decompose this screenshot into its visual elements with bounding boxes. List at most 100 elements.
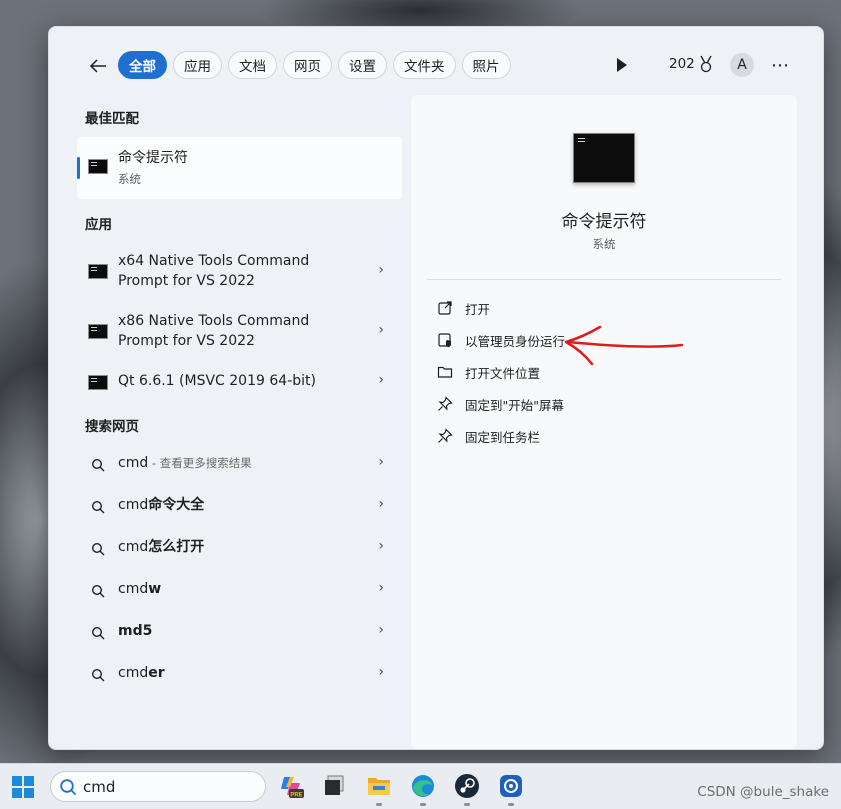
- pin-icon: [438, 396, 453, 411]
- web-item-suggestion: 怎么打开: [148, 539, 205, 555]
- search-icon: [91, 458, 105, 472]
- chevron-right-icon[interactable]: ›: [378, 454, 384, 470]
- preview-subtitle: 系统: [592, 237, 616, 251]
- web-item-cmdw[interactable]: cmdw ›: [77, 579, 402, 603]
- open-external-icon: [438, 301, 452, 315]
- action-label: 打开: [465, 301, 491, 317]
- web-item-suggestion: er: [148, 665, 165, 681]
- command-prompt-icon: [88, 375, 108, 390]
- command-prompt-icon: [88, 324, 108, 339]
- action-open[interactable]: 打开: [437, 298, 490, 318]
- more-options-icon[interactable]: ⋯: [771, 55, 790, 76]
- web-item-typed: cmd: [118, 539, 149, 555]
- rewards-points[interactable]: 202: [669, 55, 714, 73]
- avatar[interactable]: A: [730, 53, 754, 77]
- steam-icon[interactable]: [454, 773, 480, 799]
- best-match-heading: 最佳匹配: [85, 111, 139, 127]
- taskbar-search-box[interactable]: [50, 771, 266, 802]
- web-item-suggestion: md5: [118, 623, 153, 639]
- snipping-tool-icon[interactable]: [498, 773, 524, 799]
- action-run-as-admin[interactable]: 以管理员身份运行: [437, 330, 565, 350]
- chevron-right-icon[interactable]: ›: [378, 622, 384, 638]
- chevron-right-icon[interactable]: ›: [378, 322, 384, 338]
- web-item-typed: cmd: [118, 581, 149, 597]
- edge-icon[interactable]: [410, 773, 436, 799]
- app-item-label: Prompt for VS 2022: [118, 273, 255, 289]
- svg-text:PRE: PRE: [290, 792, 302, 798]
- tab-photos[interactable]: 照片: [461, 51, 511, 79]
- filter-tabs: 全部 应用 文档 网页 设置 文件夹 照片: [118, 51, 511, 79]
- search-icon: [60, 779, 77, 796]
- file-explorer-icon[interactable]: [366, 773, 392, 799]
- action-pin-to-start[interactable]: 固定到"开始"屏幕: [437, 394, 564, 414]
- chevron-right-icon[interactable]: ›: [378, 580, 384, 596]
- search-icon: [91, 584, 105, 598]
- copilot-icon[interactable]: PRE: [278, 773, 304, 799]
- command-prompt-icon: [88, 159, 108, 174]
- chevron-right-icon[interactable]: ›: [378, 262, 384, 278]
- web-item-typed: cmd: [118, 497, 149, 513]
- action-label: 固定到任务栏: [465, 429, 541, 445]
- apps-heading: 应用: [85, 217, 112, 233]
- web-search-heading: 搜索网页: [85, 419, 139, 435]
- taskbar: PRE CSDN @bule_shake: [0, 763, 841, 809]
- preview-pane: 命令提示符 系统 打开 以管理员身份运行 打开文件位置 固定到"开始"屏幕 固定…: [411, 95, 797, 749]
- rewards-points-value: 202: [669, 56, 695, 72]
- best-match-subtitle: 系统: [118, 172, 141, 186]
- web-item-cmd[interactable]: cmd - 查看更多搜索结果 ›: [77, 453, 402, 477]
- chevron-right-icon[interactable]: ›: [378, 496, 384, 512]
- best-match-item[interactable]: 命令提示符 系统: [77, 137, 402, 199]
- action-label: 以管理员身份运行: [465, 333, 566, 349]
- command-prompt-icon: [88, 264, 108, 279]
- running-indicator: [420, 803, 426, 806]
- taskbar-search-input[interactable]: [83, 776, 253, 797]
- search-icon: [91, 500, 105, 514]
- running-indicator: [508, 803, 514, 806]
- web-item-typed: cmd: [118, 455, 149, 471]
- shield-admin-icon: [438, 333, 451, 348]
- app-item-label: x64 Native Tools Command: [118, 253, 310, 269]
- web-item-hint: - 查看更多搜索结果: [148, 456, 252, 470]
- tab-documents[interactable]: 文档: [228, 51, 277, 79]
- chevron-right-icon[interactable]: ›: [378, 538, 384, 554]
- selection-indicator: [77, 157, 80, 179]
- windows-start-icon[interactable]: [12, 776, 34, 798]
- rewards-medal-icon: [700, 55, 712, 73]
- play-icon[interactable]: [615, 57, 629, 73]
- tab-all[interactable]: 全部: [118, 51, 167, 79]
- app-item-x86-native-tools[interactable]: x86 Native Tools Command Prompt for VS 2…: [77, 311, 402, 353]
- action-label: 固定到"开始"屏幕: [465, 397, 564, 413]
- app-item-x64-native-tools[interactable]: x64 Native Tools Command Prompt for VS 2…: [77, 251, 402, 293]
- action-pin-to-taskbar[interactable]: 固定到任务栏: [437, 426, 540, 446]
- chevron-right-icon[interactable]: ›: [378, 372, 384, 388]
- folder-icon: [437, 366, 453, 378]
- divider: [427, 279, 781, 280]
- running-indicator: [376, 803, 382, 806]
- web-item-cmd-open[interactable]: cmd怎么打开 ›: [77, 537, 402, 561]
- web-item-suggestion: w: [148, 581, 162, 597]
- filter-bar: 全部 应用 文档 网页 设置 文件夹 照片 202 A ⋯: [49, 49, 823, 83]
- app-item-qt-msvc[interactable]: Qt 6.6.1 (MSVC 2019 64-bit) ›: [77, 371, 402, 395]
- pin-icon: [438, 428, 453, 443]
- terminal-icon[interactable]: [322, 773, 348, 799]
- app-item-label: Prompt for VS 2022: [118, 333, 255, 349]
- app-item-label: x86 Native Tools Command: [118, 313, 310, 329]
- web-item-typed: cmd: [118, 665, 149, 681]
- tab-folders[interactable]: 文件夹: [393, 51, 456, 79]
- tab-web[interactable]: 网页: [283, 51, 332, 79]
- running-indicator: [464, 803, 470, 806]
- search-icon: [91, 542, 105, 556]
- web-item-cmder[interactable]: cmder ›: [77, 663, 402, 687]
- tab-apps[interactable]: 应用: [173, 51, 222, 79]
- action-open-file-location[interactable]: 打开文件位置: [437, 362, 540, 382]
- web-item-md5[interactable]: md5 ›: [77, 621, 402, 645]
- tab-settings[interactable]: 设置: [338, 51, 387, 79]
- web-item-cmd-commands[interactable]: cmd命令大全 ›: [77, 495, 402, 519]
- red-annotation-arrow: [564, 325, 684, 366]
- back-arrow-icon: [89, 59, 106, 73]
- back-button[interactable]: [85, 53, 111, 79]
- preview-title: 命令提示符: [561, 212, 647, 232]
- search-window: 全部 应用 文档 网页 设置 文件夹 照片 202 A ⋯ 最佳匹配 命令提示符…: [48, 26, 824, 750]
- chevron-right-icon[interactable]: ›: [378, 664, 384, 680]
- web-item-suggestion: 命令大全: [148, 497, 205, 513]
